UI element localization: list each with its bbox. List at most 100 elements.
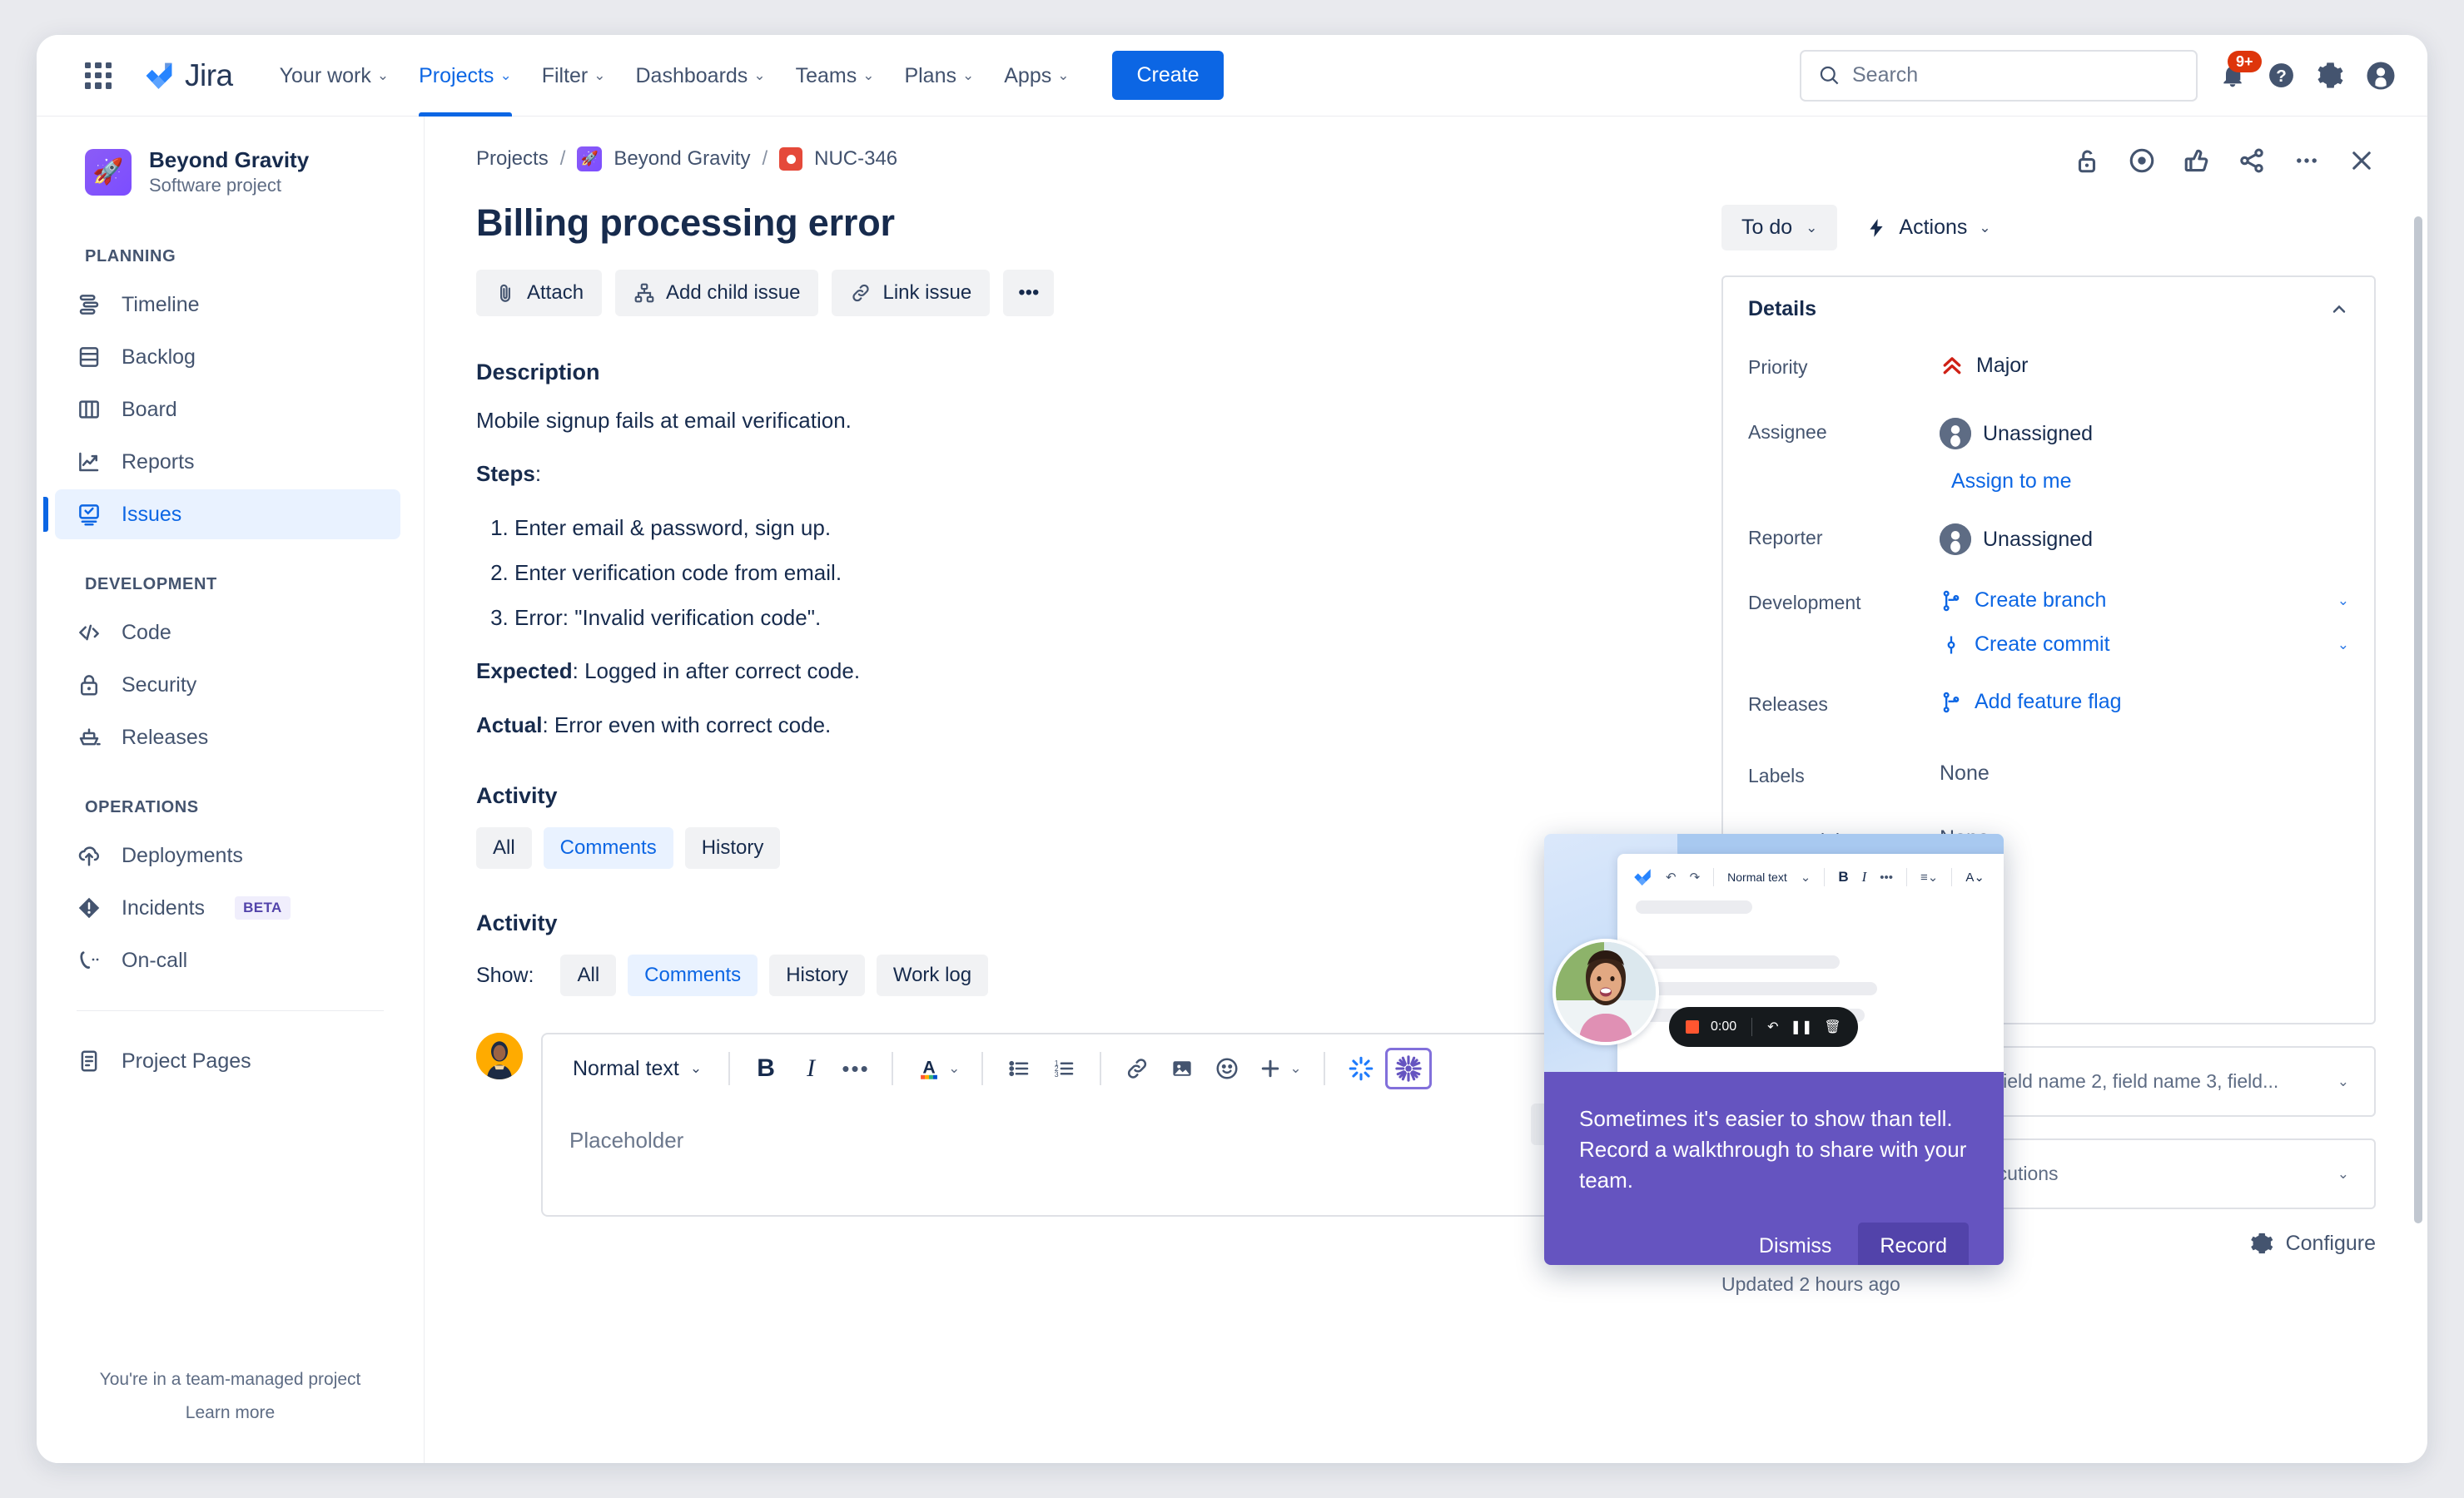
jira-logo[interactable]: Jira bbox=[143, 58, 233, 93]
details-scrollbar[interactable] bbox=[2414, 216, 2422, 1223]
tab-comments[interactable]: Comments bbox=[628, 955, 758, 997]
learn-more-link[interactable]: Learn more bbox=[37, 1396, 424, 1430]
sidebar-item-security[interactable]: Security bbox=[55, 660, 400, 710]
field-value[interactable]: Add feature flag bbox=[1940, 685, 2349, 714]
field-value[interactable]: Major bbox=[1940, 348, 2349, 378]
add-child-issue-button[interactable]: Add child issue bbox=[615, 270, 819, 316]
attach-button[interactable]: Attach bbox=[476, 270, 603, 316]
watch-button[interactable] bbox=[2128, 146, 2156, 175]
share-button[interactable] bbox=[2238, 146, 2266, 175]
configure-button[interactable]: Configure bbox=[2249, 1231, 2376, 1256]
create-branch-row[interactable]: Create branch ⌄ bbox=[1940, 588, 2349, 613]
breadcrumb-issue-key[interactable]: NUC-346 bbox=[814, 147, 897, 171]
link-issue-button[interactable]: Link issue bbox=[832, 270, 991, 316]
chevron-down-icon[interactable]: ⌄ bbox=[2337, 1074, 2349, 1090]
italic-button[interactable]: I bbox=[790, 1048, 832, 1089]
assign-to-me-link[interactable]: Assign to me bbox=[1951, 469, 2349, 494]
sidebar-item-releases[interactable]: Releases bbox=[55, 712, 400, 762]
more-actions-button[interactable]: ••• bbox=[1003, 270, 1055, 316]
actions-dropdown[interactable]: Actions ⌄ bbox=[1865, 216, 1991, 240]
sidebar-item-incidents[interactable]: Incidents BETA bbox=[55, 883, 400, 933]
nav-your-work[interactable]: Your work ⌄ bbox=[280, 35, 390, 117]
divider bbox=[1824, 868, 1826, 886]
status-dropdown[interactable]: To do ⌄ bbox=[1721, 205, 1838, 250]
app-switcher-icon[interactable] bbox=[85, 62, 112, 89]
nav-dashboards[interactable]: Dashboards ⌄ bbox=[636, 35, 766, 117]
sidebar-item-backlog[interactable]: Backlog bbox=[55, 332, 400, 382]
bullet-list-button[interactable] bbox=[998, 1048, 1040, 1089]
project-header[interactable]: 🚀 Beyond Gravity Software project bbox=[37, 146, 424, 197]
nav-plans[interactable]: Plans ⌄ bbox=[904, 35, 974, 117]
page-title[interactable]: Billing processing error bbox=[476, 201, 1655, 245]
field-value[interactable]: None bbox=[1940, 756, 2349, 786]
more-options-button[interactable] bbox=[2293, 146, 2321, 175]
issue-view: Projects / 🚀 Beyond Gravity / NUC-346 Bi… bbox=[425, 117, 2427, 1463]
insert-link-button[interactable] bbox=[1116, 1048, 1158, 1089]
user-avatar[interactable] bbox=[2366, 61, 2396, 91]
loom-record-button[interactable] bbox=[1384, 1048, 1432, 1090]
bold-button[interactable]: B bbox=[745, 1048, 787, 1089]
sidebar-item-code[interactable]: Code bbox=[55, 608, 400, 657]
breadcrumb-projects[interactable]: Projects bbox=[476, 147, 549, 171]
tab-history[interactable]: History bbox=[769, 955, 865, 997]
help-button[interactable]: ? bbox=[2268, 62, 2295, 89]
insert-emoji-button[interactable] bbox=[1206, 1048, 1248, 1089]
trash-icon[interactable]: 🗑 bbox=[1824, 1019, 1841, 1035]
insert-more-button[interactable]: ⌄ bbox=[1251, 1048, 1308, 1089]
details-card-header[interactable]: Details bbox=[1723, 277, 2374, 341]
field-value[interactable]: Unassigned bbox=[1940, 413, 2349, 449]
chevron-down-icon[interactable]: ⌄ bbox=[2337, 593, 2349, 609]
sidebar-item-issues[interactable]: Issues bbox=[55, 489, 400, 540]
nav-projects[interactable]: Projects ⌄ bbox=[419, 35, 512, 117]
pause-icon[interactable]: ❚❚ bbox=[1791, 1019, 1813, 1035]
tab-all[interactable]: All bbox=[560, 955, 617, 997]
comment-input-area[interactable]: Placeholder bbox=[543, 1103, 1653, 1215]
create-commit-link[interactable]: Create commit bbox=[1975, 632, 2110, 657]
insert-image-button[interactable] bbox=[1161, 1048, 1203, 1089]
list-item: Enter email & password, sign up. bbox=[514, 511, 1655, 544]
ai-assist-button[interactable] bbox=[1340, 1048, 1382, 1089]
create-commit-row[interactable]: Create commit ⌄ bbox=[1940, 632, 2349, 657]
numbered-list-button[interactable]: 1 2 3 bbox=[1043, 1048, 1085, 1089]
record-button[interactable]: Record bbox=[1858, 1222, 1969, 1265]
nav-filter[interactable]: Filter ⌄ bbox=[542, 35, 606, 117]
field-value[interactable]: Unassigned bbox=[1940, 518, 2349, 555]
close-button[interactable] bbox=[2347, 146, 2376, 175]
status-label: To do bbox=[1741, 216, 1793, 239]
dismiss-button[interactable]: Dismiss bbox=[1741, 1223, 1850, 1265]
chevron-down-icon[interactable]: ⌄ bbox=[2337, 1166, 2349, 1183]
text-style-dropdown[interactable]: Normal text ⌄ bbox=[561, 1048, 713, 1089]
search-input[interactable]: Search bbox=[1800, 49, 2198, 102]
restrict-access-button[interactable] bbox=[2073, 146, 2101, 175]
nav-teams[interactable]: Teams ⌄ bbox=[796, 35, 875, 117]
releases-icon bbox=[79, 728, 101, 746]
stop-record-icon[interactable] bbox=[1686, 1020, 1699, 1034]
tab-comments[interactable]: Comments bbox=[543, 827, 673, 870]
sidebar-item-on-call[interactable]: On-call bbox=[55, 935, 400, 985]
sidebar-item-timeline[interactable]: Timeline bbox=[55, 280, 400, 330]
add-feature-flag-link[interactable]: Add feature flag bbox=[1975, 690, 2122, 714]
notifications-button[interactable]: 9+ bbox=[2219, 50, 2262, 89]
sidebar-item-reports[interactable]: Reports bbox=[55, 437, 400, 487]
settings-button[interactable] bbox=[2317, 62, 2344, 89]
divider bbox=[1906, 868, 1908, 886]
tab-history[interactable]: History bbox=[684, 827, 781, 870]
plus-icon bbox=[1262, 1059, 1279, 1078]
person-icon bbox=[1940, 418, 1971, 449]
sidebar-item-project-pages[interactable]: Project Pages bbox=[55, 1036, 400, 1086]
sidebar-item-board[interactable]: Board bbox=[55, 384, 400, 434]
breadcrumb-project[interactable]: Beyond Gravity bbox=[614, 147, 750, 171]
vote-button[interactable] bbox=[2183, 146, 2211, 175]
more-formatting-button[interactable]: ••• bbox=[835, 1048, 877, 1089]
tab-work-log[interactable]: Work log bbox=[876, 955, 989, 997]
nav-apps[interactable]: Apps ⌄ bbox=[1004, 35, 1069, 117]
sidebar-item-deployments[interactable]: Deployments bbox=[55, 831, 400, 880]
text-color-button[interactable]: A ⌄ bbox=[908, 1048, 966, 1089]
comment-editor[interactable]: Normal text ⌄ B I ••• A ⌄ 1 2 3 ⌄ Placeh… bbox=[541, 1033, 1655, 1218]
loom-icon bbox=[1394, 1055, 1422, 1082]
chevron-down-icon[interactable]: ⌄ bbox=[2337, 637, 2349, 653]
restart-icon[interactable]: ↶ bbox=[1767, 1019, 1778, 1035]
create-button[interactable]: Create bbox=[1112, 51, 1224, 100]
create-branch-link[interactable]: Create branch bbox=[1975, 588, 2106, 613]
tab-all[interactable]: All bbox=[476, 827, 532, 870]
